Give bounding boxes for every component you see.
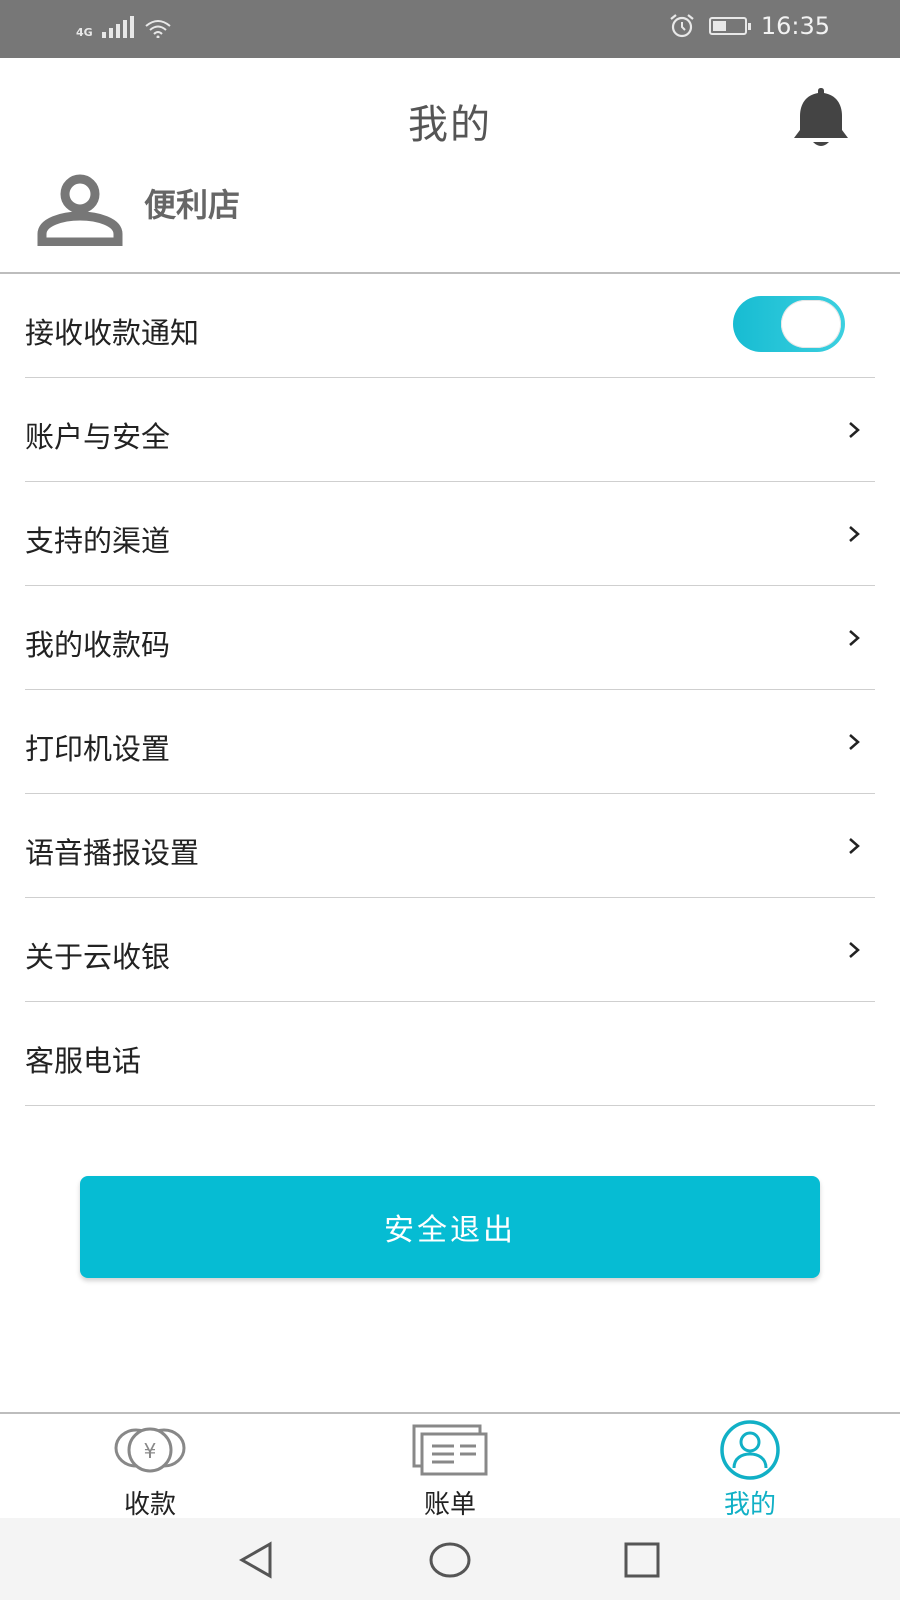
chevron-right-icon [849, 630, 860, 646]
menu-item-account-security[interactable]: 账户与安全 [25, 378, 875, 482]
menu-item-label: 打印机设置 [25, 732, 171, 766]
system-nav-bar [0, 1518, 900, 1600]
tab-label: 账单 [423, 1490, 476, 1520]
page-title: 我的 [408, 102, 492, 148]
yuan-coin-icon: ¥ [114, 1427, 186, 1473]
bottom-nav: ¥ 收款 账单 我的 [0, 1414, 900, 1520]
tab-payment[interactable]: ¥ 收款 [0, 1414, 300, 1520]
signal-icon [102, 16, 134, 38]
battery-icon [708, 17, 751, 35]
settings-menu: 接收收款通知 账户与安全 支持的渠道 我的收款码 打印机设置 语音播报设置 关于… [25, 274, 875, 1106]
menu-item-label: 关于云收银 [25, 940, 171, 974]
menu-item-label: 客服电话 [25, 1044, 142, 1078]
chevron-right-icon [849, 422, 860, 438]
bell-icon[interactable] [788, 84, 854, 152]
user-icon [37, 174, 123, 246]
menu-item-label: 我的收款码 [25, 628, 171, 662]
status-right: 16:35 [669, 12, 830, 40]
chevron-right-icon [849, 734, 860, 750]
menu-item-payment-code[interactable]: 我的收款码 [25, 586, 875, 690]
chevron-right-icon [849, 942, 860, 958]
menu-item-printer-settings[interactable]: 打印机设置 [25, 690, 875, 794]
status-left: 4G [76, 16, 172, 38]
tab-profile[interactable]: 我的 [600, 1414, 900, 1520]
recent-apps-icon[interactable] [622, 1540, 662, 1580]
tab-bills[interactable]: 账单 [300, 1414, 600, 1520]
menu-item-label: 支持的渠道 [25, 524, 171, 558]
back-icon[interactable] [236, 1540, 276, 1580]
bill-icon [412, 1424, 488, 1476]
menu-item-payment-notification: 接收收款通知 [25, 274, 875, 378]
payment-notification-toggle[interactable] [733, 296, 845, 352]
chevron-right-icon [849, 526, 860, 542]
menu-item-about[interactable]: 关于云收银 [25, 898, 875, 1002]
home-icon[interactable] [428, 1540, 472, 1580]
chevron-right-icon [849, 838, 860, 854]
tab-label: 收款 [123, 1490, 176, 1520]
menu-item-customer-service[interactable]: 客服电话 [25, 1002, 875, 1106]
logout-button[interactable]: 安全退出 [80, 1176, 820, 1278]
svg-text:¥: ¥ [144, 1439, 157, 1463]
profile-icon [720, 1420, 780, 1480]
toggle-knob [781, 300, 841, 348]
menu-item-label: 接收收款通知 [25, 316, 200, 350]
network-type: 4G [76, 26, 93, 39]
menu-item-label: 账户与安全 [25, 420, 171, 454]
menu-item-supported-channels[interactable]: 支持的渠道 [25, 482, 875, 586]
wifi-icon [145, 20, 171, 38]
alarm-icon [670, 14, 694, 38]
menu-item-voice-broadcast[interactable]: 语音播报设置 [25, 794, 875, 898]
store-name: 便利店 [144, 186, 241, 224]
menu-item-label: 语音播报设置 [25, 836, 200, 870]
tab-label: 我的 [723, 1490, 776, 1520]
status-time: 16:35 [760, 12, 830, 40]
status-bar: 4G 16:35 [0, 0, 900, 58]
